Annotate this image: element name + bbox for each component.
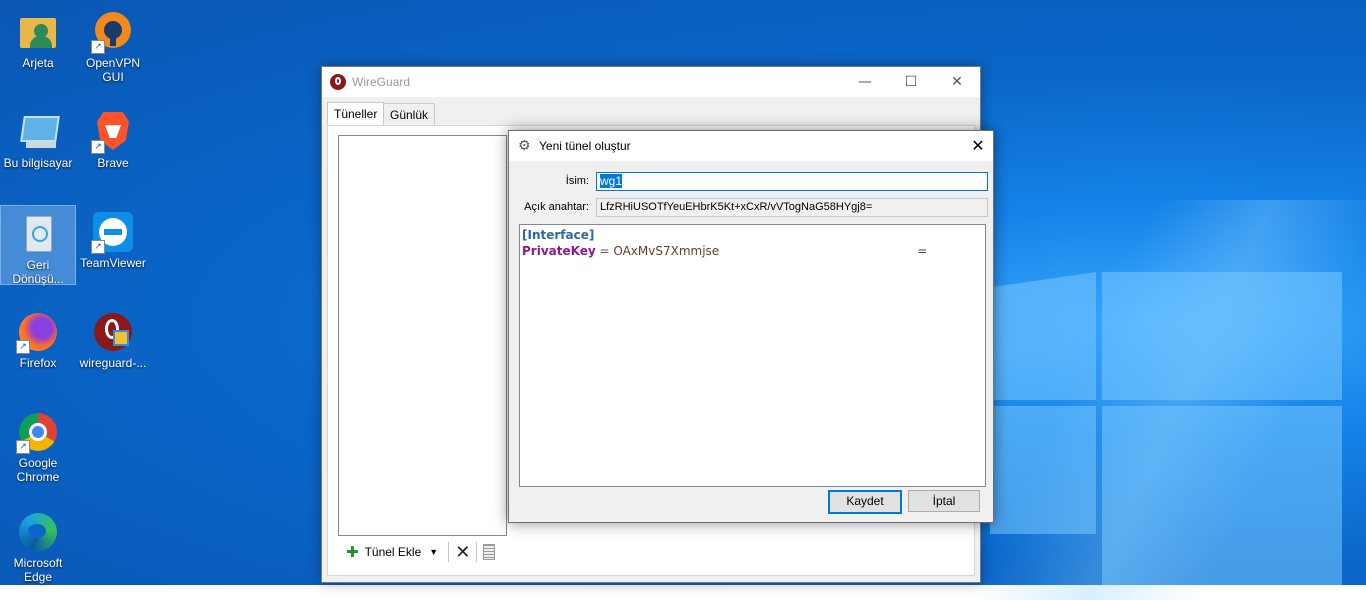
desktop-icon-label: Geri Dönüşü... [12,258,64,286]
desktop-icon-brave[interactable]: ↗ Brave [76,104,150,170]
desktop-icon-label: OpenVPN GUI [85,56,141,84]
wireguard-logo-icon [330,74,346,90]
desktop-icon-label: Microsoft Edge [13,556,63,584]
tunnel-toolbar: ✚ Tünel Ekle ▼ ✕ [342,540,496,564]
recycle-bin-icon [16,212,60,256]
desktop-icon-teamviewer[interactable]: ↗ TeamViewer [76,204,150,270]
openvpn-icon: ↗ [91,10,135,54]
desktop-icon-label: Firefox [19,356,57,370]
config-equals: = [595,244,614,258]
brave-lion-icon: ↗ [91,110,135,154]
folder-icon [16,10,60,54]
maximize-button[interactable]: ☐ [888,67,934,97]
dialog-title: Yeni tünel oluştur [539,139,631,153]
tab-tunnels[interactable]: Tüneller [327,102,385,126]
shortcut-arrow-icon: ↗ [16,440,30,454]
name-input[interactable]: wg1 [596,172,988,191]
desktop-icon-user-folder[interactable]: Arjeta [1,4,75,70]
desktop-icon-label: TeamViewer [80,256,146,270]
chrome-icon: ↗ [16,410,60,454]
desktop-icon-wireguard-installer[interactable]: wireguard-... [76,304,150,370]
desktop-icon-label: Brave [97,156,129,170]
add-tunnel-button[interactable]: ✚ Tünel Ekle ▼ [342,541,442,563]
public-key-label: Açık anahtar: [524,201,589,213]
computer-icon [16,110,60,154]
tab-log[interactable]: Günlük [383,103,436,126]
windows-logo [990,272,1342,585]
minimize-button[interactable]: — [842,67,888,97]
shortcut-arrow-icon: ↗ [16,340,30,354]
wireguard-installer-icon [91,310,135,354]
tunnel-list[interactable] [338,135,507,536]
desktop-icon-label: Google Chrome [16,456,60,484]
edge-icon [16,510,60,554]
add-tunnel-icon: ✚ [346,543,359,561]
toolbar-separator [476,542,478,562]
config-editor[interactable]: [Interface] PrivateKey = OAxMvS7Xmmjse = [519,224,986,487]
dialog-titlebar[interactable]: ⚙ Yeni tünel oluştur ✕ [509,131,993,161]
delete-tunnel-button[interactable]: ✕ [455,542,470,563]
shortcut-arrow-icon: ↗ [91,140,105,154]
gear-icon: ⚙ [518,138,531,154]
name-input-value: wg1 [600,174,623,188]
export-zip-icon[interactable] [483,544,496,560]
desktop-icon-label: wireguard-... [79,356,147,370]
config-value: OAxMvS7Xmmjse [613,244,720,258]
desktop-icon-label: Bu bilgisayar [3,156,73,170]
desktop-icon-chrome[interactable]: ↗ Google Chrome [1,404,75,484]
shortcut-arrow-icon: ↗ [91,40,105,54]
desktop-icon-this-pc[interactable]: Bu bilgisayar [1,104,75,170]
desktop-icon-firefox[interactable]: ↗ Firefox [1,304,75,370]
dropdown-arrow-icon[interactable]: ▼ [429,547,438,557]
desktop-icon-recycle-bin[interactable]: Geri Dönüşü... [0,205,76,286]
save-button[interactable]: Kaydet [828,490,902,514]
firefox-icon: ↗ [16,310,60,354]
teamviewer-icon: ↗ [91,210,135,254]
shortcut-arrow-icon: ↗ [91,240,105,254]
cancel-button[interactable]: İptal [908,490,980,512]
add-tunnel-label: Tünel Ekle [364,545,422,559]
new-tunnel-dialog: ⚙ Yeni tünel oluştur ✕ İsim: wg1 Açık an… [508,130,994,523]
window-title: WireGuard [352,75,411,89]
window-titlebar[interactable]: WireGuard — ☐ ✕ [322,67,980,97]
name-label: İsim: [565,175,589,187]
desktop-icon-openvpn[interactable]: ↗ OpenVPN GUI [76,4,150,84]
public-key-field[interactable]: LfzRHiUSOTfYeuEHbrK5Kt+xCxR/vVTogNaG58HY… [596,198,988,217]
desktop-icon-edge[interactable]: Microsoft Edge [1,504,75,584]
config-section: [Interface] [522,228,595,242]
config-key: PrivateKey [522,244,596,258]
config-value-tail: = [917,244,928,258]
dialog-close-button[interactable]: ✕ [963,131,993,161]
desktop-icon-label: Arjeta [22,56,54,70]
close-button[interactable]: ✕ [934,67,980,97]
toolbar-separator [448,542,450,562]
